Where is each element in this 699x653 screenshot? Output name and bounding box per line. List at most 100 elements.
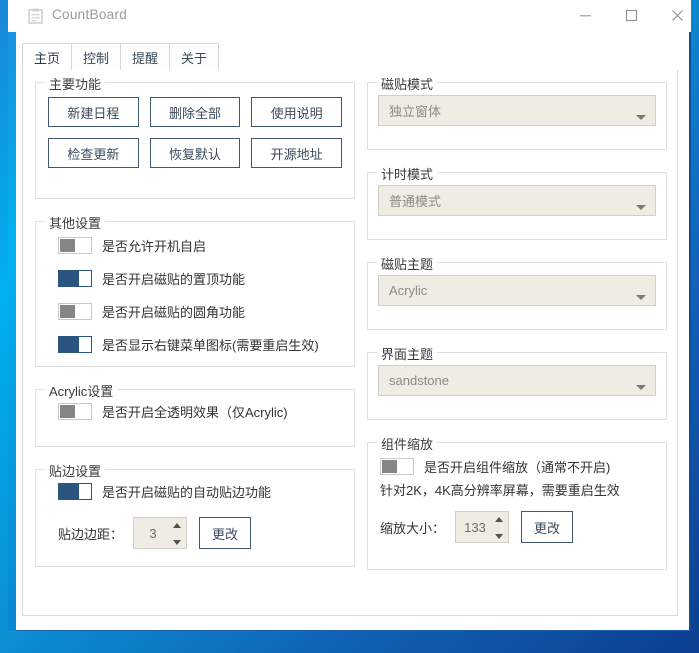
edge-margin-label: 贴边边距： [58, 526, 124, 542]
minimize-button[interactable] [563, 0, 608, 31]
stepper-arrows[interactable] [494, 517, 503, 539]
group-legend: 主要功能 [45, 74, 106, 93]
right-column: 磁贴模式 独立窗体 计时模式 普通模式 磁贴主题 Acrylic 界面主题 sa… [367, 74, 667, 592]
setting-row-autostart: 是否允许开机自启 [58, 236, 342, 255]
setting-label: 是否开启磁贴的圆角功能 [102, 305, 246, 320]
setting-label: 是否开启全透明效果（仅Acrylic) [102, 405, 288, 420]
tab-home[interactable]: 主页 [22, 43, 73, 72]
button-row-1: 新建日程 删除全部 使用说明 [48, 97, 343, 127]
tab-control[interactable]: 控制 [71, 43, 122, 72]
check-update-button[interactable]: 检查更新 [48, 138, 139, 168]
edge-margin-apply-button[interactable]: 更改 [199, 517, 252, 549]
toggle-widget-scaling[interactable] [380, 458, 414, 475]
group-legend: 组件缩放 [377, 434, 438, 453]
timing-mode-select[interactable]: 普通模式 [378, 185, 656, 216]
maximize-icon [625, 9, 638, 22]
left-column: 主要功能 新建日程 删除全部 使用说明 检查更新 恢复默认 开源地址 其他设置 … [35, 74, 355, 589]
group-legend: 贴边设置 [45, 461, 106, 480]
group-body: 是否开启磁贴的自动贴边功能 贴边边距： 3 更改 [36, 470, 354, 561]
group-body: 是否允许开机自启 是否开启磁贴的置顶功能 是否开启磁贴的圆角功能 是否显示右键菜… [36, 222, 354, 368]
toggle-knob [60, 405, 75, 418]
toggle-full-transparency[interactable] [58, 403, 92, 420]
group-acrylic-settings: Acrylic设置 是否开启全透明效果（仅Acrylic) [35, 381, 355, 447]
delete-all-button[interactable]: 删除全部 [149, 97, 241, 127]
stepper-down-icon[interactable] [172, 540, 181, 545]
setting-label: 是否显示右键菜单图标(需要重启生效) [102, 338, 319, 353]
group-legend: 界面主题 [377, 344, 438, 363]
group-tile-theme: 磁贴主题 Acrylic [367, 254, 667, 330]
group-tile-mode: 磁贴模式 独立窗体 [367, 74, 667, 150]
clipboard-icon [28, 8, 43, 24]
group-widget-scaling: 组件缩放 是否开启组件缩放（通常不开启) 针对2K，4K高分辨率屏幕，需要重启生… [367, 434, 667, 570]
timing-mode-value: 普通模式 [389, 194, 442, 209]
new-schedule-button[interactable]: 新建日程 [48, 97, 139, 127]
tab-strip: 主页 控制 提醒 关于 [22, 42, 220, 72]
group-edge-settings: 贴边设置 是否开启磁贴的自动贴边功能 贴边边距： 3 更改 [35, 461, 355, 567]
toggle-knob [382, 460, 397, 473]
chevron-down-icon [636, 385, 646, 390]
chevron-down-icon [636, 295, 646, 300]
toggle-auto-edge-snap[interactable] [58, 483, 92, 500]
group-legend: 计时模式 [377, 164, 438, 183]
tile-theme-select[interactable]: Acrylic [378, 275, 656, 306]
group-other-settings: 其他设置 是否允许开机自启 是否开启磁贴的置顶功能 是否开启磁贴的圆角功能 是否… [35, 213, 355, 368]
setting-row-context-menu-icon: 是否显示右键菜单图标(需要重启生效) [58, 335, 342, 354]
close-button[interactable] [655, 0, 699, 31]
ui-theme-select[interactable]: sandstone [378, 365, 656, 396]
tab-about[interactable]: 关于 [169, 43, 220, 72]
minimize-icon [580, 15, 591, 17]
toggle-autostart[interactable] [58, 237, 92, 254]
stepper-arrows[interactable] [172, 523, 181, 545]
scale-size-apply-button[interactable]: 更改 [521, 511, 574, 543]
window-title: CountBoard [52, 7, 128, 22]
setting-row-widget-scaling: 是否开启组件缩放（通常不开启) [380, 457, 654, 476]
widget-scaling-note: 针对2K，4K高分辨率屏幕，需要重启生效 [380, 483, 620, 498]
restore-default-button[interactable]: 恢复默认 [149, 138, 241, 168]
usage-guide-button[interactable]: 使用说明 [251, 97, 343, 127]
toggle-context-menu-icon[interactable] [58, 336, 92, 353]
scale-size-value[interactable]: 133 [456, 520, 494, 535]
group-body: 新建日程 删除全部 使用说明 检查更新 恢复默认 开源地址 [36, 83, 354, 180]
maximize-button[interactable] [609, 0, 654, 31]
button-row-2: 检查更新 恢复默认 开源地址 [48, 138, 343, 168]
setting-row-tile-always-on-top: 是否开启磁贴的置顶功能 [58, 269, 342, 288]
scale-size-label: 缩放大小： [380, 520, 446, 536]
setting-label: 是否开启磁贴的置顶功能 [102, 272, 246, 287]
toggle-tile-always-on-top[interactable] [58, 270, 92, 287]
group-ui-theme: 界面主题 sandstone [367, 344, 667, 420]
stepper-down-icon[interactable] [494, 534, 503, 539]
group-legend: Acrylic设置 [45, 381, 118, 400]
toggle-knob [59, 271, 79, 286]
tile-mode-select[interactable]: 独立窗体 [378, 95, 656, 126]
toggle-knob [59, 337, 79, 352]
title-bar[interactable]: CountBoard [8, 0, 691, 32]
stepper-up-icon[interactable] [494, 517, 503, 522]
scale-size-stepper[interactable]: 133 [455, 511, 510, 543]
group-legend: 磁贴模式 [377, 74, 438, 93]
tile-mode-value: 独立窗体 [389, 104, 442, 119]
group-timing-mode: 计时模式 普通模式 [367, 164, 667, 240]
scale-size-row: 缩放大小： 133 更改 [380, 511, 654, 543]
setting-row-auto-edge-snap: 是否开启磁贴的自动贴边功能 [58, 482, 342, 501]
edge-margin-value[interactable]: 3 [134, 526, 172, 541]
tile-theme-value: Acrylic [389, 283, 428, 298]
edge-margin-row: 贴边边距： 3 更改 [58, 517, 342, 549]
edge-margin-stepper[interactable]: 3 [133, 517, 188, 549]
stepper-up-icon[interactable] [172, 523, 181, 528]
source-code-link-button[interactable]: 开源地址 [251, 138, 343, 168]
setting-label: 是否开启磁贴的自动贴边功能 [102, 485, 272, 500]
group-legend: 磁贴主题 [377, 254, 438, 273]
setting-row-full-transparency: 是否开启全透明效果（仅Acrylic) [58, 402, 342, 421]
tab-reminder[interactable]: 提醒 [120, 43, 171, 72]
toggle-knob [60, 305, 75, 318]
chevron-down-icon [636, 205, 646, 210]
tab-content-panel: 主要功能 新建日程 删除全部 使用说明 检查更新 恢复默认 开源地址 其他设置 … [22, 70, 678, 616]
toggle-knob [60, 239, 75, 252]
app-window: CountBoard 主页 控制 提醒 关于 主要功能 新建日程 删除全部 使用… [8, 0, 691, 631]
setting-row-tile-rounded-corners: 是否开启磁贴的圆角功能 [58, 302, 342, 321]
chevron-down-icon [636, 115, 646, 120]
window-left-accent-bar [8, 0, 16, 631]
toggle-tile-rounded-corners[interactable] [58, 303, 92, 320]
ui-theme-value: sandstone [389, 373, 449, 388]
setting-label: 是否允许开机自启 [102, 239, 207, 254]
